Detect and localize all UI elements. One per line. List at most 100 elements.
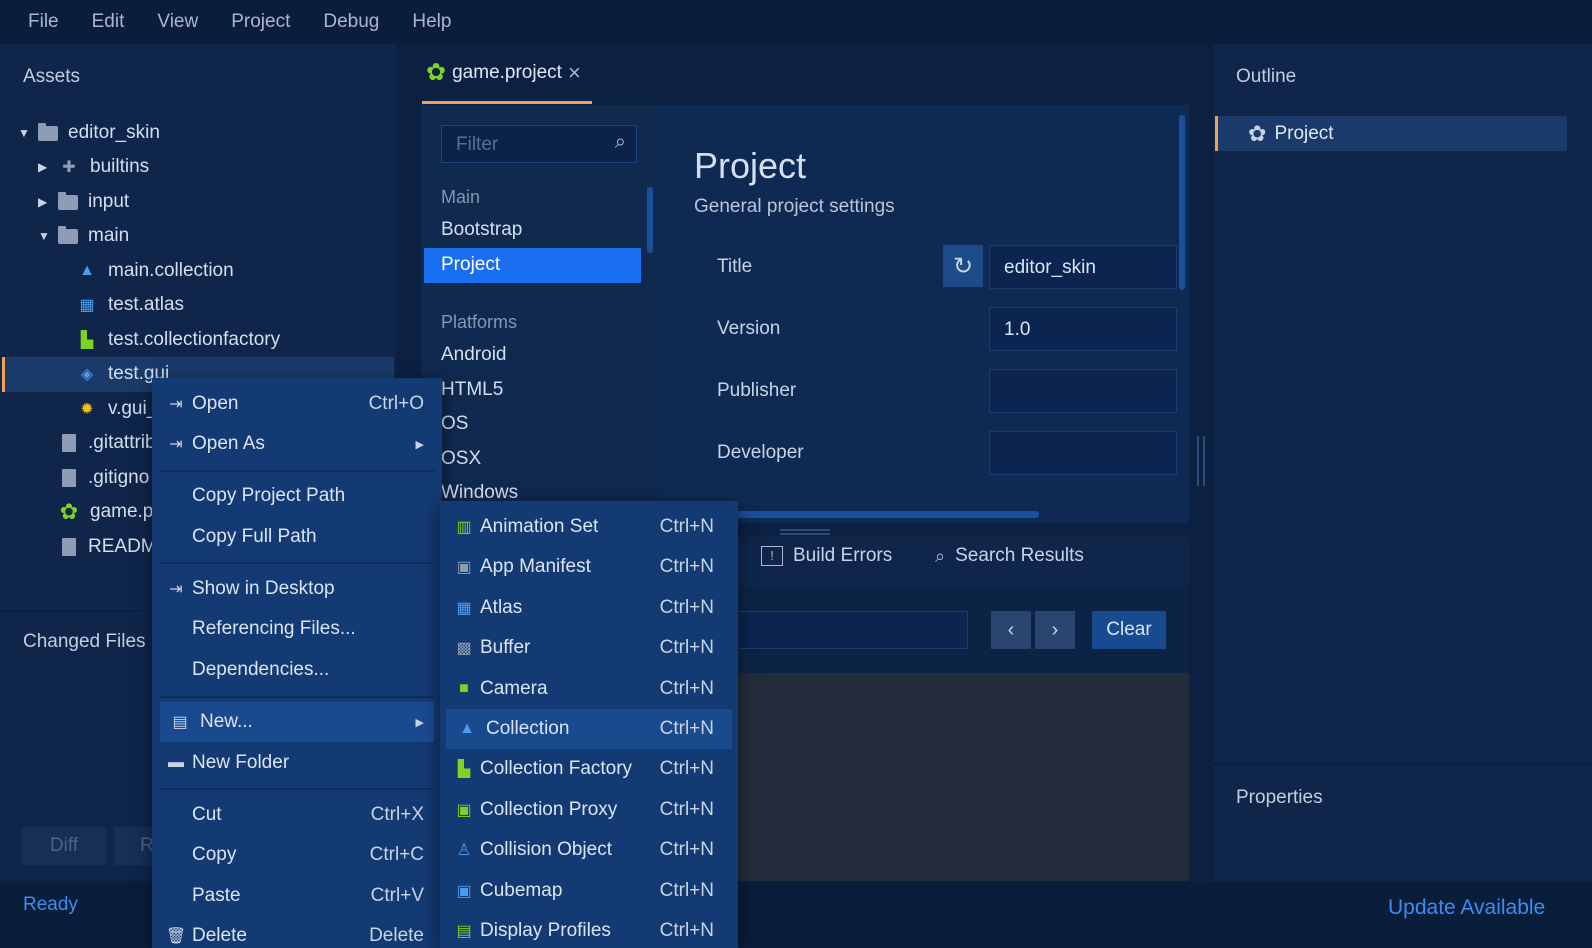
tree-row-builtins[interactable]: ▶ ✚ builtins xyxy=(38,150,149,184)
diff-button[interactable]: Diff xyxy=(22,827,106,865)
tree-label: .gitattrib xyxy=(88,432,156,453)
menu-file[interactable]: File xyxy=(28,11,59,33)
submenu-item-collection-proxy[interactable]: ▣ Collection Proxy Ctrl+N xyxy=(440,790,738,830)
menu-item-shortcut: Ctrl+N xyxy=(659,839,714,860)
reset-button[interactable]: ↻ xyxy=(943,245,983,287)
tree-row-test-atlas[interactable]: ▦ test.atlas xyxy=(76,288,184,322)
puzzle-icon: ✚ xyxy=(62,159,76,176)
menu-view[interactable]: View xyxy=(157,11,198,33)
tree-label: test.collectionfactory xyxy=(108,329,281,350)
submenu-item-app-manifest[interactable]: ▣ App Manifest Ctrl+N xyxy=(440,547,738,587)
caret-right-icon[interactable]: ▶ xyxy=(38,160,58,174)
settings-nav: Filter ⌕ Main Bootstrap Project Platform… xyxy=(421,105,657,523)
tab-label: Build Errors xyxy=(793,545,893,566)
menu-item-open-as[interactable]: ⇥ Open As ▶ xyxy=(152,424,442,464)
tree-row-editor-skin[interactable]: ▼ editor_skin xyxy=(18,116,160,150)
developer-field[interactable] xyxy=(989,431,1177,475)
version-field[interactable]: 1.0 xyxy=(989,307,1177,351)
next-button[interactable]: › xyxy=(1035,611,1075,649)
tree-row-gitignore[interactable]: .gitigno xyxy=(62,461,149,495)
menu-item-delete[interactable]: 🗑 Delete Delete xyxy=(152,916,442,948)
submenu-arrow-icon: ▶ xyxy=(415,438,424,451)
collection-icon: ▲ xyxy=(79,262,95,279)
nav-item-project[interactable]: Project xyxy=(424,248,641,283)
search-results-input[interactable] xyxy=(721,611,968,649)
menu-project[interactable]: Project xyxy=(231,11,290,33)
tree-label: READM xyxy=(88,536,157,557)
menu-item-new[interactable]: ▤ New... ▶ xyxy=(160,702,434,742)
submenu-item-cubemap[interactable]: ▣ Cubemap Ctrl+N xyxy=(440,871,738,911)
publisher-field[interactable] xyxy=(989,369,1177,413)
tree-row-gitattributes[interactable]: .gitattrib xyxy=(62,426,156,460)
clear-button[interactable]: Clear xyxy=(1092,611,1166,649)
menu-item-shortcut: Ctrl+C xyxy=(369,844,424,865)
submenu-item-buffer[interactable]: ▩ Buffer Ctrl+N xyxy=(440,628,738,668)
gear-icon: ✿ xyxy=(1248,120,1267,146)
menu-edit[interactable]: Edit xyxy=(92,11,125,33)
tree-row-input[interactable]: ▶ input xyxy=(38,185,129,219)
nav-scrollbar[interactable] xyxy=(647,187,653,253)
nav-item-bootstrap[interactable]: Bootstrap xyxy=(441,219,522,241)
caret-down-icon[interactable]: ▼ xyxy=(38,229,58,243)
tree-row-v-gui[interactable]: ✹ v.gui_ xyxy=(76,392,157,426)
submenu-item-atlas[interactable]: ▦ Atlas Ctrl+N xyxy=(440,588,738,628)
tree-label: v.gui_ xyxy=(108,398,158,419)
submenu-item-collision-object[interactable]: ♙ Collision Object Ctrl+N xyxy=(440,830,738,870)
filter-input[interactable]: Filter ⌕ xyxy=(441,125,637,163)
version-field-value: 1.0 xyxy=(1004,319,1031,340)
menu-item-cut[interactable]: Cut Ctrl+X xyxy=(152,795,442,835)
menu-item-dependencies[interactable]: Dependencies... xyxy=(152,650,442,690)
submenu-item-animation-set[interactable]: ▥ Animation Set Ctrl+N xyxy=(440,507,738,547)
app-manifest-icon: ▣ xyxy=(456,559,472,576)
tab-game-project[interactable]: ✿ game.project × xyxy=(422,44,592,104)
tab-search-results[interactable]: ⌕ Search Results xyxy=(935,545,1084,567)
nav-group-platforms: Platforms xyxy=(441,312,518,332)
caret-down-icon[interactable]: ▼ xyxy=(18,126,38,140)
menu-item-paste[interactable]: Paste Ctrl+V xyxy=(152,876,442,916)
tree-row-readme[interactable]: READM xyxy=(62,530,157,564)
nav-item-ios[interactable]: OS xyxy=(441,413,468,435)
prev-button[interactable]: ‹ xyxy=(991,611,1031,649)
editor-area: Filter ⌕ Main Bootstrap Project Platform… xyxy=(421,105,1189,523)
menu-item-label: Show in Desktop xyxy=(192,578,335,599)
nav-item-osx[interactable]: OSX xyxy=(441,448,481,470)
tree-row-main[interactable]: ▼ main xyxy=(38,219,129,253)
nav-item-android[interactable]: Android xyxy=(441,344,507,366)
menu-help[interactable]: Help xyxy=(412,11,451,33)
menu-item-new-folder[interactable]: ▬ New Folder xyxy=(152,743,442,783)
form-vscrollbar[interactable] xyxy=(1179,115,1185,290)
menu-item-referencing-files[interactable]: Referencing Files... xyxy=(152,609,442,649)
tab-build-errors[interactable]: ! Build Errors xyxy=(761,545,892,567)
project-icon: ✿ xyxy=(426,59,447,86)
animation-set-icon: ▥ xyxy=(456,519,472,536)
submenu-item-collection-factory[interactable]: ▙ Collection Factory Ctrl+N xyxy=(440,749,738,789)
title-field[interactable]: editor_skin xyxy=(989,245,1177,289)
tab-label: Search Results xyxy=(955,545,1084,566)
tree-row-test-collectionfactory[interactable]: ▙ test.collectionfactory xyxy=(76,323,280,357)
menu-item-label: Copy xyxy=(192,844,237,865)
caret-right-icon[interactable]: ▶ xyxy=(38,195,58,209)
submenu-item-display-profiles[interactable]: ▤ Display Profiles Ctrl+N xyxy=(440,911,738,948)
submenu-item-camera[interactable]: ■ Camera Ctrl+N xyxy=(440,669,738,709)
menu-debug[interactable]: Debug xyxy=(323,11,379,33)
menu-item-open[interactable]: ⇥ Open Ctrl+O xyxy=(152,384,442,424)
update-available-link[interactable]: Update Available xyxy=(1388,896,1545,920)
menu-item-copy-project-path[interactable]: Copy Project Path xyxy=(152,476,442,516)
outline-item-label: Project xyxy=(1274,122,1334,144)
menu-item-copy-full-path[interactable]: Copy Full Path xyxy=(152,517,442,557)
menu-item-show-in-desktop[interactable]: ⇥ Show in Desktop xyxy=(152,569,442,609)
submenu-item-collection[interactable]: ▲ Collection Ctrl+N xyxy=(446,709,732,749)
form-hscrollbar[interactable] xyxy=(721,511,1039,518)
menu-item-label: Collection Factory xyxy=(480,758,633,779)
nav-item-html5[interactable]: HTML5 xyxy=(441,379,503,401)
splitter-handle[interactable] xyxy=(1197,436,1205,486)
file-icon: ▤ xyxy=(172,714,188,731)
bottom-splitter-handle[interactable] xyxy=(780,529,830,535)
display-profiles-icon: ▤ xyxy=(456,923,472,940)
tree-row-main-collection[interactable]: ▲ main.collection xyxy=(76,254,234,288)
close-icon[interactable]: × xyxy=(568,60,581,86)
menu-item-copy[interactable]: Copy Ctrl+C xyxy=(152,835,442,875)
outline-item-project[interactable]: ✿ Project xyxy=(1215,116,1567,151)
tree-label: game.p xyxy=(90,501,154,522)
tree-row-game-project[interactable]: ✿ game.p xyxy=(58,495,154,529)
